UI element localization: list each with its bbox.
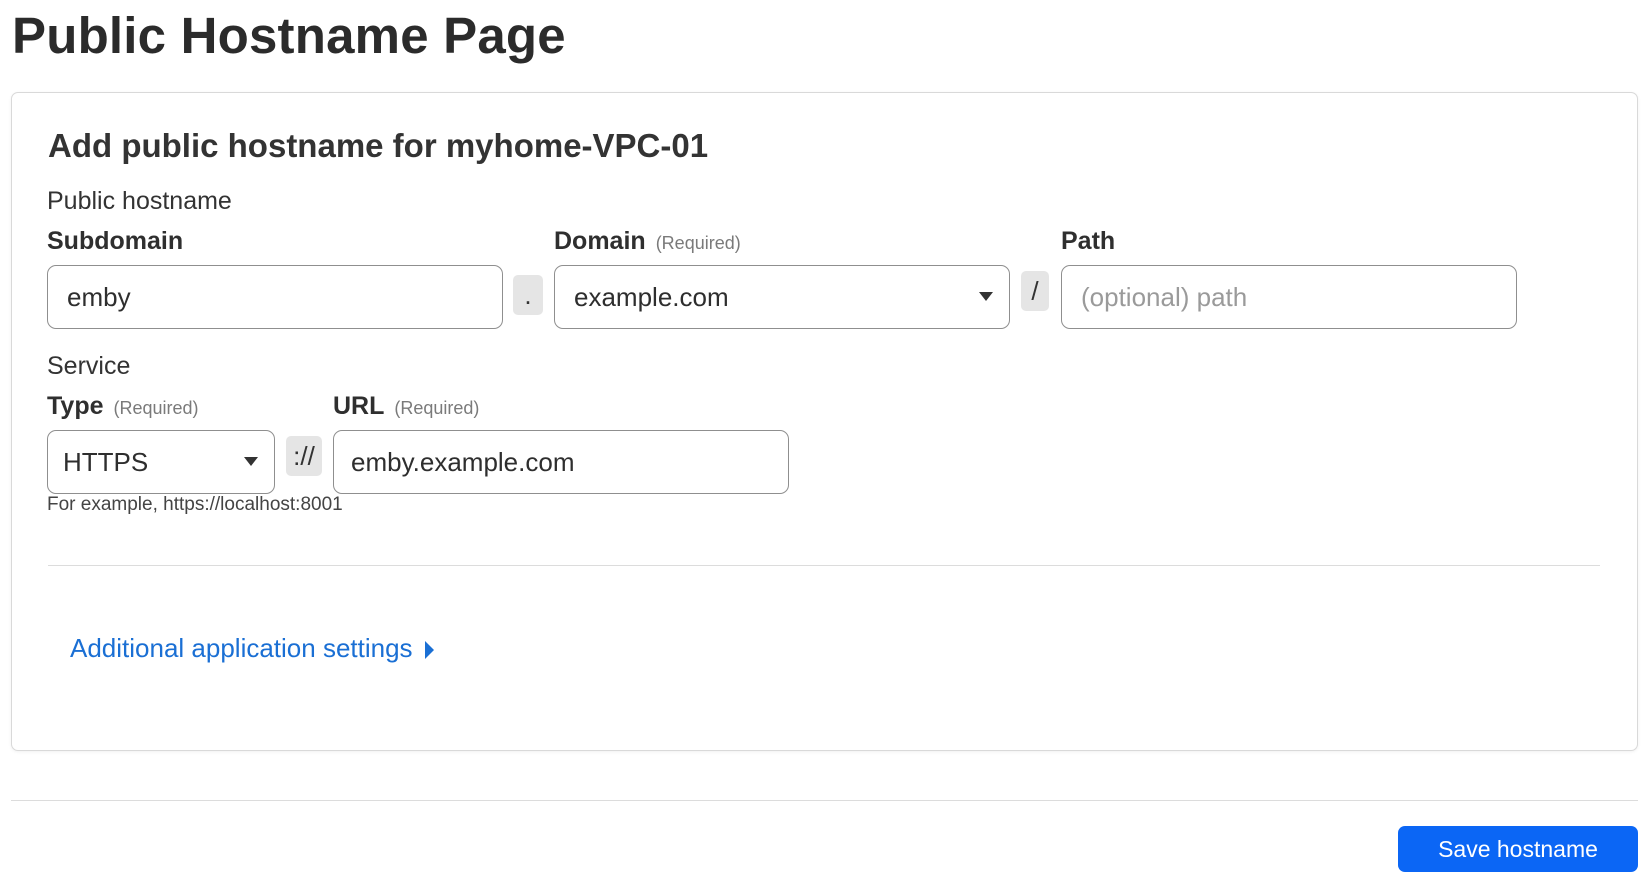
type-label-text: Type: [47, 392, 104, 420]
service-help-text: For example, https://localhost:8001: [47, 494, 343, 515]
dot-separator: .: [513, 275, 543, 315]
scheme-separator: ://: [286, 436, 322, 476]
domain-select[interactable]: example.com: [554, 265, 1010, 329]
domain-label-text: Domain: [554, 227, 646, 255]
page: Public Hostname Page Add public hostname…: [0, 0, 1651, 878]
additional-settings-link[interactable]: Additional application settings: [70, 633, 434, 664]
save-hostname-button[interactable]: Save hostname: [1398, 826, 1638, 872]
path-field[interactable]: [1061, 265, 1517, 329]
url-label: URL (Required): [333, 392, 479, 421]
domain-required-hint: (Required): [655, 233, 741, 253]
public-hostname-section-label: Public hostname: [47, 187, 232, 215]
url-label-text: URL: [333, 392, 385, 420]
page-title: Public Hostname Page: [12, 7, 566, 64]
type-label: Type (Required): [47, 392, 199, 421]
path-input[interactable]: [1081, 266, 1516, 328]
additional-settings-label: Additional application settings: [70, 633, 413, 663]
url-required-hint: (Required): [394, 398, 480, 418]
subdomain-input[interactable]: [67, 266, 502, 328]
section-divider: [48, 565, 1600, 566]
footer-divider: [11, 800, 1638, 801]
path-label: Path: [1061, 227, 1115, 256]
slash-separator: /: [1021, 271, 1049, 311]
service-section-label: Service: [47, 352, 131, 380]
caret-down-icon: [244, 457, 258, 466]
domain-selected-value: example.com: [574, 281, 729, 312]
subdomain-field[interactable]: [47, 265, 503, 329]
add-hostname-card: Add public hostname for myhome-VPC-01 Pu…: [11, 92, 1638, 751]
url-field[interactable]: [333, 430, 789, 494]
path-label-text: Path: [1061, 227, 1116, 255]
url-input[interactable]: [351, 431, 788, 493]
caret-down-icon: [979, 292, 993, 301]
type-required-hint: (Required): [113, 398, 199, 418]
subdomain-label: Subdomain: [47, 227, 183, 256]
domain-label: Domain (Required): [554, 227, 741, 256]
subdomain-label-text: Subdomain: [47, 227, 184, 255]
caret-right-icon: [424, 640, 434, 659]
card-title: Add public hostname for myhome-VPC-01: [48, 127, 709, 164]
type-select[interactable]: HTTPS: [47, 430, 275, 494]
type-selected-value: HTTPS: [63, 446, 149, 477]
